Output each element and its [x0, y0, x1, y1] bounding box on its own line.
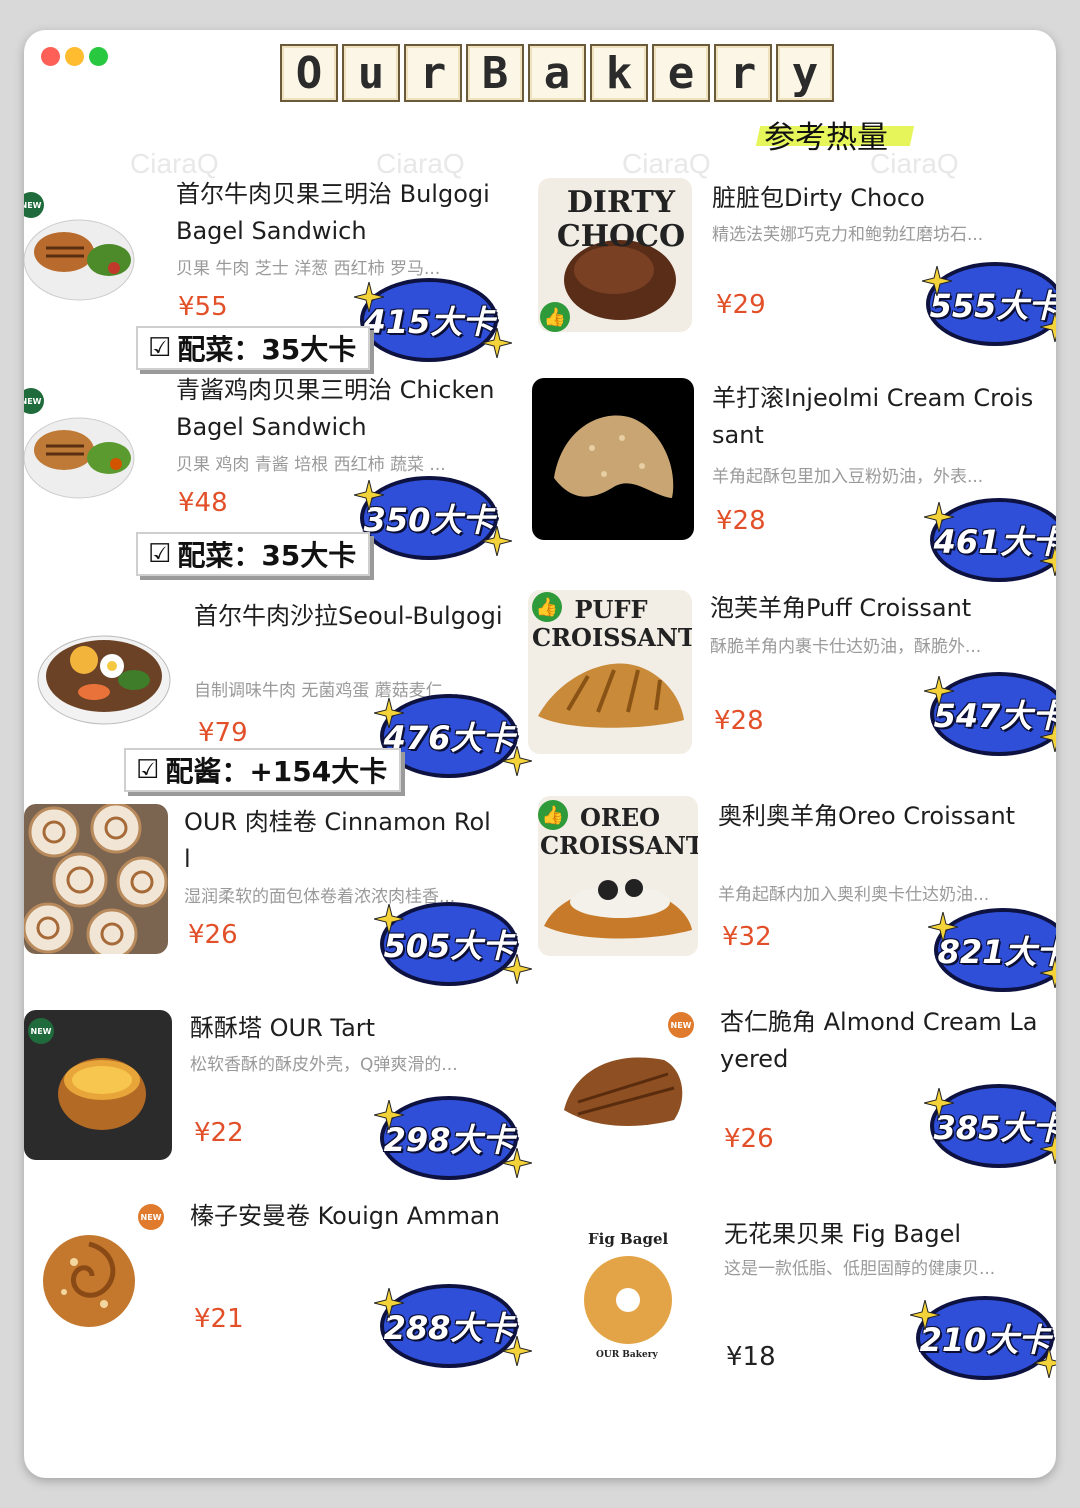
sparkle-icon	[1040, 312, 1056, 342]
sparkle-icon	[482, 526, 512, 556]
product-price: ¥18	[726, 1342, 776, 1372]
almond-layered-image	[554, 1030, 694, 1150]
product-price: ¥48	[178, 488, 228, 518]
sparkle-icon	[928, 912, 958, 942]
side-dish-box: ☑ 配菜：35大卡	[136, 326, 371, 370]
sparkle-icon	[910, 1300, 940, 1330]
product-name: 脏脏包Dirty Choco	[712, 184, 925, 212]
product-description: 贝果 鸡肉 青酱 培根 西红柿 蔬菜 ...	[176, 455, 446, 475]
product-name: 泡芙羊角Puff Croissant	[710, 594, 972, 622]
checkbox-icon: ☑	[148, 333, 172, 363]
product-price: ¥55	[178, 292, 228, 322]
product-name: 奥利奥羊角Oreo Croissant	[718, 802, 1016, 830]
close-window-button[interactable]	[41, 47, 60, 66]
title-letter: u	[342, 44, 400, 102]
sparkle-icon	[354, 282, 384, 312]
chicken-bagel-image	[24, 388, 149, 513]
checkbox-icon: ☑	[148, 539, 172, 569]
sauce-box: ☑ 配酱：+154大卡	[124, 748, 402, 792]
product-price: ¥26	[724, 1124, 774, 1154]
image-label: DIRTY CHOCO	[556, 185, 686, 254]
product-name: OUR 肉桂卷 Cinnamon Roll	[184, 808, 491, 873]
sparkle-icon	[1040, 958, 1056, 988]
title-letter: r	[714, 44, 772, 102]
product-price: ¥32	[722, 922, 772, 952]
title-letter: y	[776, 44, 834, 102]
app-window: O u r B a k e r y 参考热量 CiaraQ CiaraQ Cia…	[24, 30, 1056, 1478]
side-dish-label: 配菜：35大卡	[177, 333, 357, 366]
injeolmi-croissant-image	[532, 378, 694, 540]
side-dish-label: 配菜：35大卡	[177, 539, 357, 572]
image-sublabel: OUR Bakery	[596, 1350, 658, 1360]
product-price: ¥29	[716, 290, 766, 320]
image-label: Fig Bagel	[588, 1230, 669, 1248]
product-description: 羊角起酥内加入奥利奥卡仕达奶油...	[718, 885, 990, 905]
product-name: 首尔牛肉贝果三明治 Bulgogi Bagel Sandwich	[176, 180, 490, 245]
title-letter: k	[590, 44, 648, 102]
sparkle-icon	[1040, 546, 1056, 576]
product-price: ¥26	[188, 920, 238, 950]
new-badge: NEW	[668, 1012, 694, 1038]
product-name: 榛子安曼卷 Kouign Amman	[190, 1202, 500, 1230]
sparkle-icon	[1040, 1134, 1056, 1164]
watermark: CiaraQ	[622, 148, 711, 179]
sparkle-icon	[502, 746, 532, 776]
cinnamon-roll-image	[24, 804, 168, 954]
product-description: 精选法芙娜巧克力和鲍勃红磨坊石...	[712, 225, 984, 245]
checkbox-icon: ☑	[136, 755, 160, 785]
bulgogi-salad-image	[34, 610, 174, 730]
sparkle-icon	[924, 502, 954, 532]
new-badge: NEW	[28, 1018, 54, 1044]
sparkle-icon	[924, 676, 954, 706]
maximize-window-button[interactable]	[89, 47, 108, 66]
title-letter: a	[528, 44, 586, 102]
sparkle-icon	[922, 266, 952, 296]
thumbs-up-icon: 👍	[540, 302, 570, 332]
sparkle-icon	[374, 904, 404, 934]
sparkle-icon	[374, 698, 404, 728]
title-letter: B	[466, 44, 524, 102]
title-letter: e	[652, 44, 710, 102]
product-price: ¥28	[716, 506, 766, 536]
thumbs-up-icon: 👍	[538, 800, 568, 830]
new-badge: NEW	[138, 1204, 164, 1230]
product-name: 酥酥塔 OUR Tart	[190, 1014, 376, 1042]
product-name: 青酱鸡肉贝果三明治 Chicken Bagel Sandwich	[176, 376, 495, 441]
sparkle-icon	[502, 1148, 532, 1178]
product-description: 羊角起酥包里加入豆粉奶油，外表...	[712, 467, 984, 487]
product-name: 首尔牛肉沙拉Seoul-Bulgogi	[194, 602, 503, 630]
sparkle-icon	[1040, 722, 1056, 752]
page-title: O u r B a k e r y	[280, 44, 834, 102]
fig-bagel-image: Fig Bagel OUR Bakery	[560, 1220, 702, 1374]
product-name: 羊打滚Injeolmi Cream Croissant	[712, 384, 1034, 449]
product-name: 杏仁脆角 Almond Cream Layered	[720, 1008, 1038, 1073]
product-name: 无花果贝果 Fig Bagel	[724, 1220, 962, 1248]
kouign-amman-image	[34, 1226, 144, 1336]
minimize-window-button[interactable]	[65, 47, 84, 66]
product-price: ¥79	[198, 718, 248, 748]
product-description: 松软香酥的酥皮外壳，Q弹爽滑的...	[190, 1055, 458, 1075]
sparkle-icon	[354, 480, 384, 510]
sparkle-icon	[482, 328, 512, 358]
title-letter: O	[280, 44, 338, 102]
sparkle-icon	[924, 1088, 954, 1118]
watermark: CiaraQ	[870, 148, 959, 179]
thumbs-up-icon: 👍	[532, 592, 562, 622]
sparkle-icon	[374, 1288, 404, 1318]
title-letter: r	[404, 44, 462, 102]
product-description: 酥脆羊角内裹卡仕达奶油，酥脆外...	[710, 637, 982, 657]
sparkle-icon	[502, 954, 532, 984]
sparkle-icon	[1034, 1348, 1056, 1378]
product-price: ¥22	[194, 1118, 244, 1148]
sparkle-icon	[502, 1336, 532, 1366]
sauce-label: 配酱：+154大卡	[165, 755, 388, 788]
side-dish-box: ☑ 配菜：35大卡	[136, 532, 371, 576]
product-description: 这是一款低脂、低胆固醇的健康贝...	[724, 1259, 996, 1279]
product-description: 贝果 牛肉 芝士 洋葱 西红柿 罗马...	[176, 259, 441, 279]
product-price: ¥28	[714, 706, 764, 736]
product-price: ¥21	[194, 1304, 244, 1334]
sparkle-icon	[374, 1100, 404, 1130]
